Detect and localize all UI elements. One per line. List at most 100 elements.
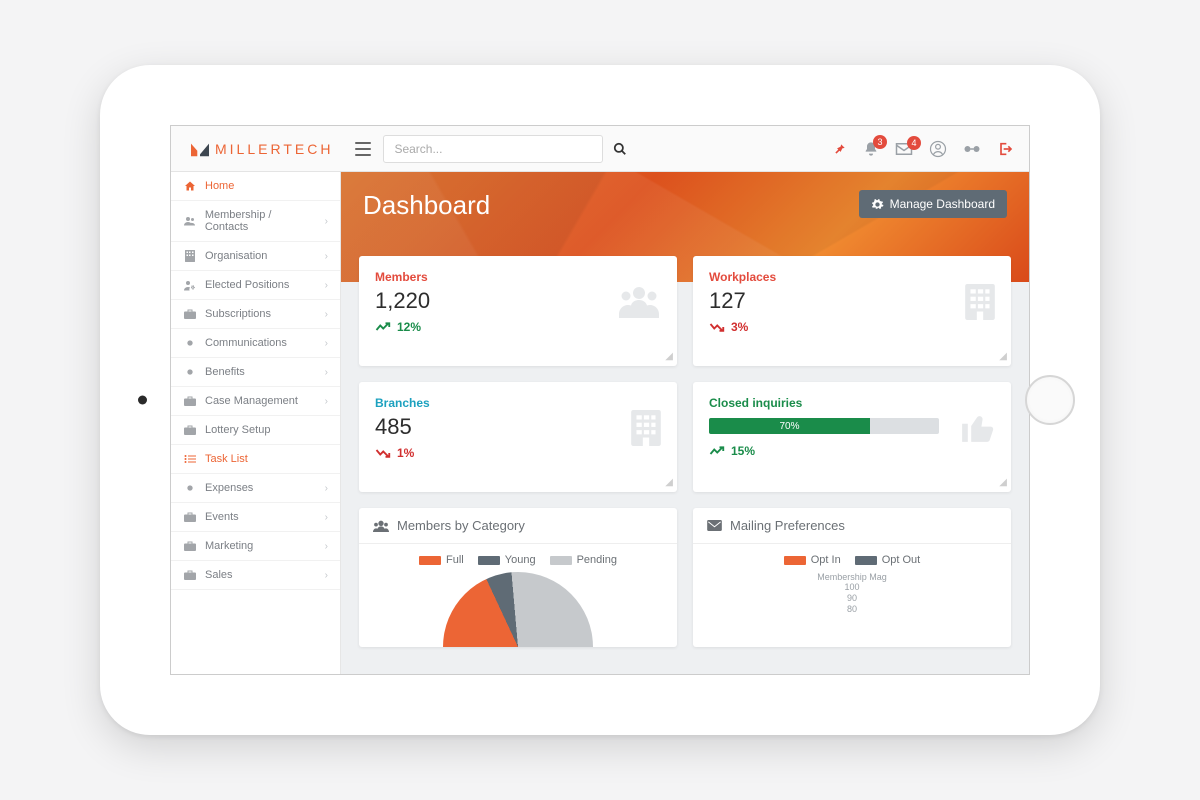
brand-logo[interactable]: MILLERTECH: [181, 140, 343, 158]
panel-title: Mailing Preferences: [730, 518, 845, 533]
legend-swatch: [478, 556, 500, 565]
manage-dashboard-button[interactable]: Manage Dashboard: [859, 190, 1007, 218]
user-account-icon[interactable]: [929, 140, 947, 158]
legend-label: Young: [505, 554, 536, 566]
legend-swatch: [855, 556, 877, 565]
panel-body: Opt In Opt Out Membership Mag 1009080: [693, 544, 1011, 614]
sidebar-item-case-management[interactable]: Case Management›: [171, 387, 340, 416]
envelope-icon: [707, 520, 722, 531]
sidebar-item-label: Membership / Contacts: [205, 209, 317, 233]
chevron-right-icon: ›: [325, 338, 328, 349]
resize-handle-icon: ◢: [999, 477, 1007, 488]
sidebar-item-home[interactable]: Home: [171, 172, 340, 201]
panel-members-by-category: Members by Category Full Young Pending: [359, 508, 677, 647]
bullet-icon: [183, 339, 197, 347]
panel-header: Mailing Preferences: [693, 508, 1011, 544]
chart-legend: Opt In Opt Out: [707, 554, 997, 566]
sidebar-item-expenses[interactable]: Expenses›: [171, 474, 340, 503]
legend-swatch: [419, 556, 441, 565]
briefcase-icon: [183, 541, 197, 551]
panel-title: Members by Category: [397, 518, 525, 533]
sidebar-item-membership-contacts[interactable]: Membership / Contacts ›: [171, 201, 340, 242]
search-button[interactable]: [603, 142, 637, 156]
resize-handle-icon: ◢: [999, 351, 1007, 362]
legend-label: Opt In: [811, 554, 841, 566]
sidebar-item-events[interactable]: Events›: [171, 503, 340, 532]
trend-up-icon: [709, 446, 727, 456]
main-content: Dashboard Manage Dashboard Members 1,220: [341, 172, 1029, 674]
legend-swatch: [784, 556, 806, 565]
sidebar-item-elected-positions[interactable]: Elected Positions›: [171, 271, 340, 300]
logo-mark-icon: [191, 140, 209, 158]
card-workplaces[interactable]: Workplaces 127 3% ◢: [693, 256, 1011, 366]
legend-label: Opt Out: [882, 554, 921, 566]
app-body: HomeMembership / Contacts›Organisation›E…: [171, 172, 1029, 674]
chevron-right-icon: ›: [325, 396, 328, 407]
sidebar-item-organisation[interactable]: Organisation›: [171, 242, 340, 271]
sidebar-item-marketing[interactable]: Marketing›: [171, 532, 340, 561]
stat-cards: Members 1,220 12% ◢ Workplaces 12: [341, 256, 1029, 492]
panel-body: Full Young Pending: [359, 544, 677, 647]
sidebar-item-task-list[interactable]: Task List: [171, 445, 340, 474]
legend-item: Opt In: [784, 554, 841, 566]
sidebar-item-label: Marketing: [205, 540, 253, 552]
card-members[interactable]: Members 1,220 12% ◢: [359, 256, 677, 366]
menu-toggle-icon[interactable]: [351, 138, 375, 160]
card-branches[interactable]: Branches 485 1% ◢: [359, 382, 677, 492]
sidebar-item-benefits[interactable]: Benefits›: [171, 358, 340, 387]
sidebar-item-label: Expenses: [205, 482, 253, 494]
trend-value: 3%: [731, 320, 748, 334]
briefcase-icon: [183, 396, 197, 406]
axis-ticks: 1009080: [707, 582, 997, 614]
search-input[interactable]: [383, 135, 603, 163]
progress-bar: 70%: [709, 418, 939, 434]
logout-icon[interactable]: [997, 141, 1013, 157]
settings-icon[interactable]: [963, 142, 981, 156]
building-icon: [965, 284, 995, 320]
trend-value: 15%: [731, 444, 755, 458]
card-title: Closed inquiries: [709, 396, 995, 410]
sidebar-item-lottery-setup[interactable]: Lottery Setup: [171, 416, 340, 445]
legend-swatch: [550, 556, 572, 565]
sidebar-item-sales[interactable]: Sales›: [171, 561, 340, 590]
list-icon: [183, 454, 197, 464]
briefcase-icon: [183, 512, 197, 522]
card-title: Branches: [375, 396, 661, 410]
tablet-frame: MILLERTECH 3: [100, 65, 1100, 735]
bullet-icon: [183, 368, 197, 376]
trend-value: 1%: [397, 446, 414, 460]
sidebar-item-subscriptions[interactable]: Subscriptions›: [171, 300, 340, 329]
trend-indicator: 15%: [709, 444, 995, 458]
panel-mailing-preferences: Mailing Preferences Opt In Opt Out Member…: [693, 508, 1011, 647]
notifications-bell-icon[interactable]: 3: [863, 141, 879, 157]
trend-down-icon: [375, 448, 393, 458]
panel-header: Members by Category: [359, 508, 677, 544]
legend-item: Opt Out: [855, 554, 921, 566]
users-icon: [617, 284, 661, 318]
briefcase-icon: [183, 425, 197, 435]
sidebar-item-communications[interactable]: Communications›: [171, 329, 340, 358]
gear-icon: [871, 198, 884, 211]
legend-label: Full: [446, 554, 464, 566]
chevron-right-icon: ›: [325, 216, 328, 227]
chart-legend: Full Young Pending: [373, 554, 663, 566]
sidebar-item-label: Benefits: [205, 366, 245, 378]
axis-title: Membership Mag: [707, 572, 997, 582]
trend-indicator: 1%: [375, 446, 661, 460]
progress-label: 70%: [779, 421, 799, 432]
trend-down-icon: [709, 322, 727, 332]
home-icon: [183, 180, 197, 192]
page-title: Dashboard: [363, 190, 490, 221]
pin-icon[interactable]: [833, 142, 847, 156]
card-closed-inquiries[interactable]: Closed inquiries 70% 15%: [693, 382, 1011, 492]
chevron-right-icon: ›: [325, 309, 328, 320]
building-icon: [631, 410, 661, 446]
bell-badge: 3: [873, 135, 887, 149]
legend-label: Pending: [577, 554, 617, 566]
messages-icon[interactable]: 4: [895, 142, 913, 156]
messages-badge: 4: [907, 136, 921, 150]
brand-name: MILLERTECH: [215, 141, 333, 157]
sidebar: HomeMembership / Contacts›Organisation›E…: [171, 172, 341, 674]
card-value: 485: [375, 414, 661, 440]
card-value: 127: [709, 288, 995, 314]
